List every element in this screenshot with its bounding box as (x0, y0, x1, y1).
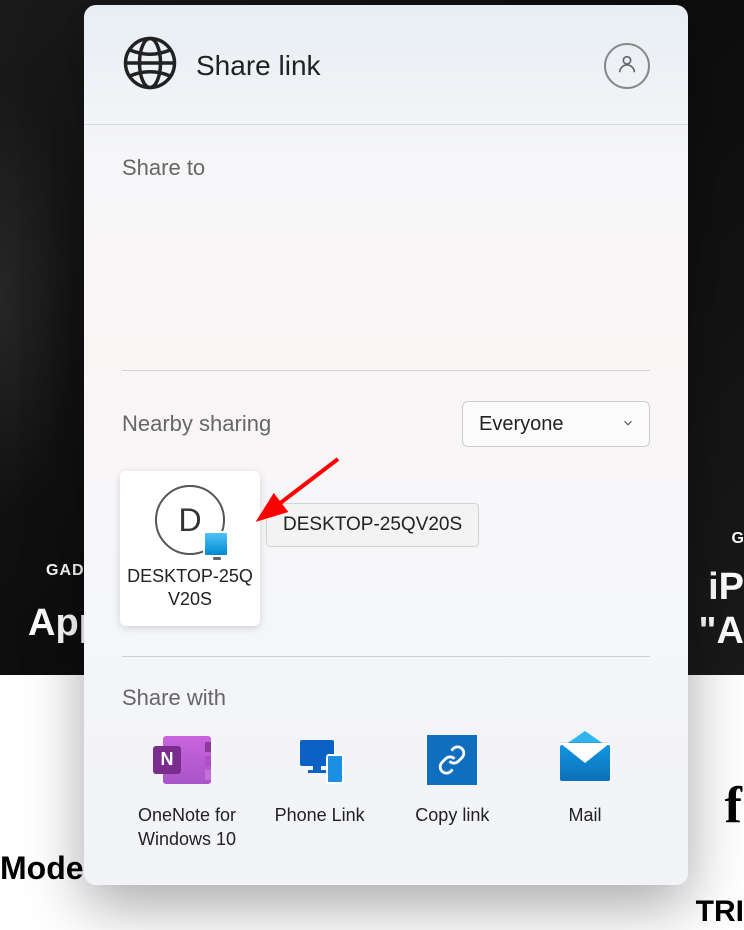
share-to-empty-area (122, 211, 650, 371)
share-app-label: OneNote for Windows 10 (138, 803, 236, 852)
bg-text-fragment: "A (699, 610, 744, 653)
panel-title: Share link (196, 50, 604, 82)
device-avatar: D (155, 485, 225, 555)
share-with-section: Share with N OneNote for Windows 10 (84, 657, 688, 852)
nearby-sharing-label: Nearby sharing (122, 411, 271, 437)
share-to-section: Share to (84, 125, 688, 371)
share-link-panel: Share link Share to Nearby sharing Every… (84, 5, 688, 885)
share-with-label: Share with (122, 685, 650, 711)
share-to-label: Share to (122, 155, 650, 181)
onenote-icon: N (162, 735, 212, 785)
device-name-label: DESKTOP-25Q V20S (127, 565, 253, 612)
share-app-copylink[interactable]: Copy link (387, 735, 517, 852)
bg-text-fragment: iP (708, 566, 744, 609)
copylink-icon (427, 735, 477, 785)
chevron-down-icon (621, 413, 635, 436)
mail-icon (560, 735, 610, 785)
globe-icon (122, 35, 178, 96)
share-app-label: Phone Link (275, 803, 365, 827)
nearby-device-card[interactable]: D DESKTOP-25Q V20S (120, 471, 260, 626)
share-app-onenote[interactable]: N OneNote for Windows 10 (122, 735, 252, 852)
nearby-sharing-header: Nearby sharing Everyone (84, 371, 688, 447)
nearby-scope-dropdown[interactable]: Everyone (462, 401, 650, 447)
bg-text-fragment: f (725, 776, 742, 835)
monitor-icon (203, 531, 229, 557)
panel-header: Share link (84, 5, 688, 125)
device-initial: D (178, 502, 201, 539)
bg-text-fragment: GAD (46, 562, 85, 580)
phonelink-icon (295, 735, 345, 785)
share-app-label: Mail (568, 803, 601, 827)
bg-text-fragment: G (732, 530, 744, 548)
share-app-label: Copy link (415, 803, 489, 827)
share-app-mail[interactable]: Mail (520, 735, 650, 852)
share-app-phonelink[interactable]: Phone Link (255, 735, 385, 852)
dropdown-selected-value: Everyone (479, 413, 564, 436)
device-tooltip: DESKTOP-25QV20S (266, 503, 479, 547)
nearby-devices-area: D DESKTOP-25Q V20S DESKTOP-25QV20S (122, 447, 650, 657)
bg-text-fragment: TRI (696, 895, 744, 929)
user-account-button[interactable] (604, 43, 650, 89)
bg-text-fragment: Moder (0, 850, 96, 887)
user-icon (616, 53, 638, 78)
